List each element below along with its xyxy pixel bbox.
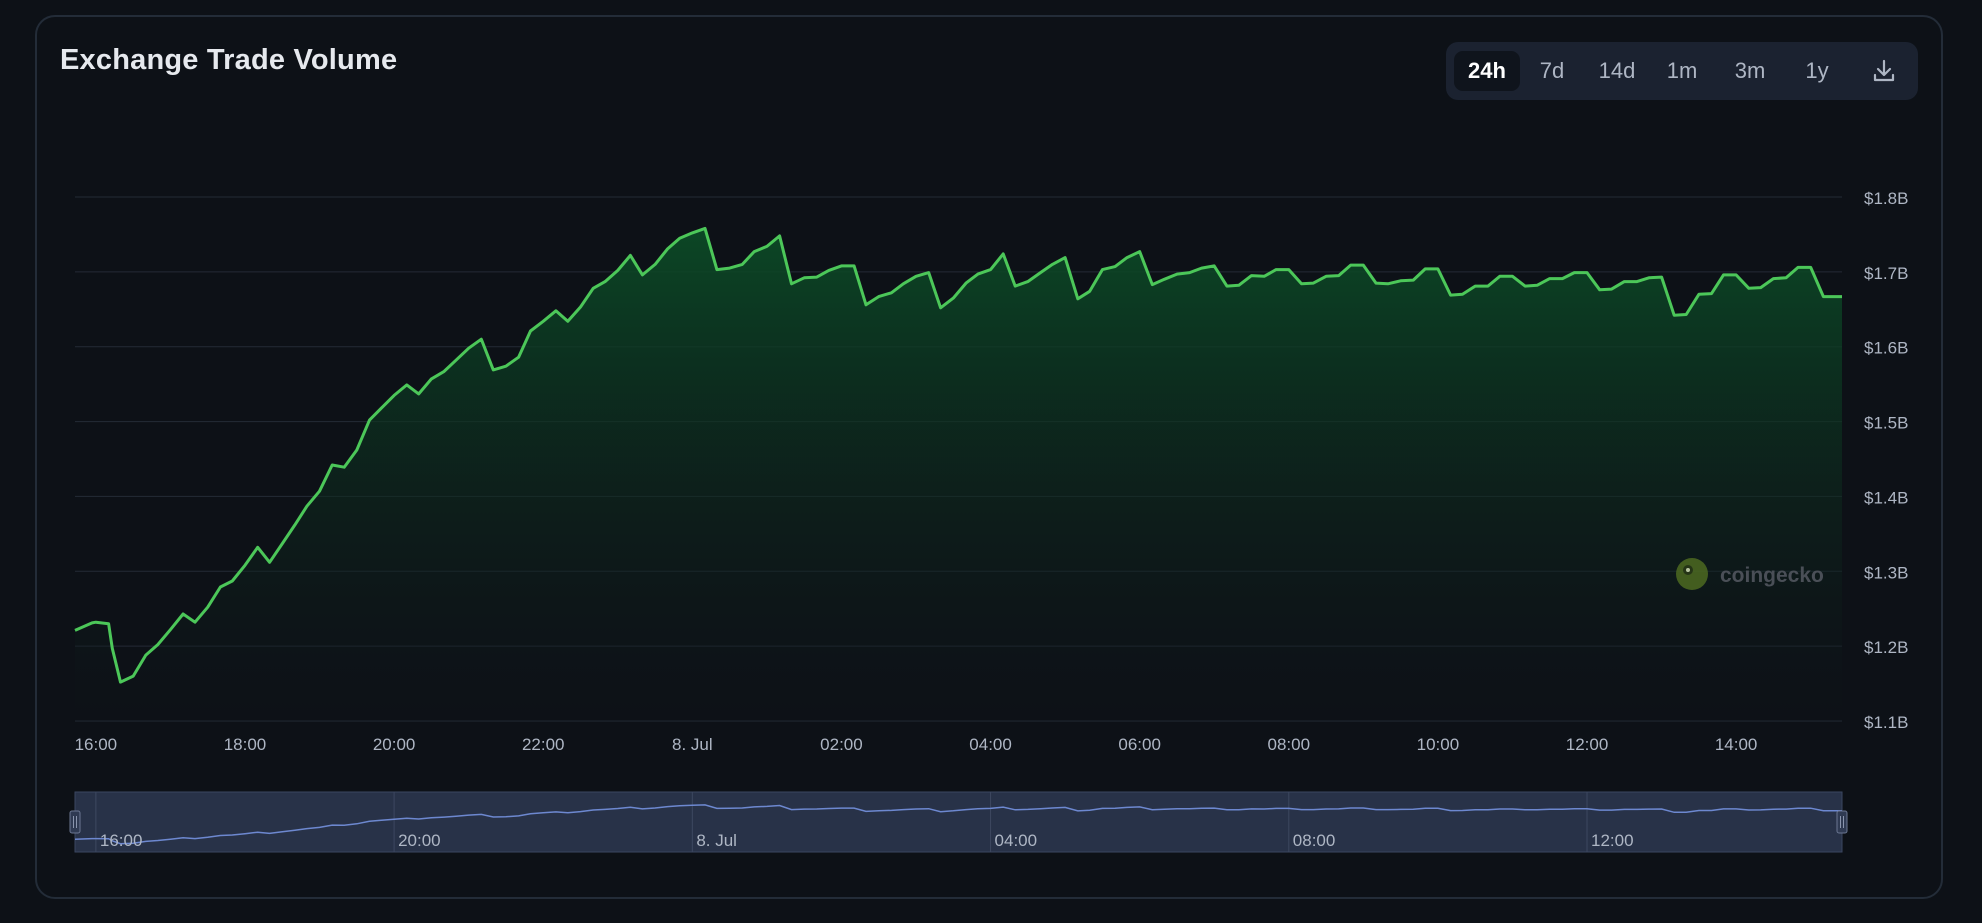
x-tick-label: 8. Jul: [672, 735, 713, 754]
navigator-handle-right[interactable]: [1836, 810, 1848, 834]
navigator-tick-label: 04:00: [995, 831, 1038, 850]
x-tick-label: 08:00: [1268, 735, 1311, 754]
y-tick-label: $1.5B: [1864, 414, 1908, 433]
navigator-tick-label: 20:00: [398, 831, 441, 850]
x-tick-label: 14:00: [1715, 735, 1758, 754]
watermark-text: coingecko: [1720, 564, 1824, 587]
x-tick-label: 20:00: [373, 735, 416, 754]
volume-chart: $1.1B $1.2B $1.3B $1.4B $1.5B $1.6B $1.7B $1.8B…: [69, 189, 1908, 853]
coingecko-logo: [1676, 558, 1708, 590]
x-tick-label: 02:00: [820, 735, 863, 754]
navigator-tick-label: 16:00: [100, 831, 143, 850]
x-tick-label: 04:00: [969, 735, 1012, 754]
x-tick-label: 12:00: [1566, 735, 1609, 754]
y-tick-label: $1.4B: [1864, 488, 1908, 507]
x-tick-label: 06:00: [1118, 735, 1161, 754]
navigator-tick-label: 12:00: [1591, 831, 1634, 850]
x-tick-label: 16:00: [75, 735, 118, 754]
x-tick-label: 10:00: [1417, 735, 1460, 754]
navigator-background: [74, 791, 1843, 853]
y-tick-label: $1.1B: [1864, 713, 1908, 732]
range-navigator[interactable]: 16:00 20:00 8. Jul 04:00 08:00 12:00: [69, 791, 1848, 853]
navigator-handle-left[interactable]: [69, 810, 81, 834]
y-tick-label: $1.6B: [1864, 339, 1908, 358]
x-tick-label: 22:00: [522, 735, 565, 754]
y-tick-label: $1.2B: [1864, 638, 1908, 657]
y-tick-label: $1.3B: [1864, 563, 1908, 582]
y-tick-label: $1.8B: [1864, 189, 1908, 208]
navigator-tick-label: 08:00: [1293, 831, 1336, 850]
volume-area: [75, 228, 1842, 721]
y-tick-label: $1.7B: [1864, 264, 1908, 283]
x-tick-label: 18:00: [224, 735, 267, 754]
navigator-tick-label: 8. Jul: [696, 831, 737, 850]
